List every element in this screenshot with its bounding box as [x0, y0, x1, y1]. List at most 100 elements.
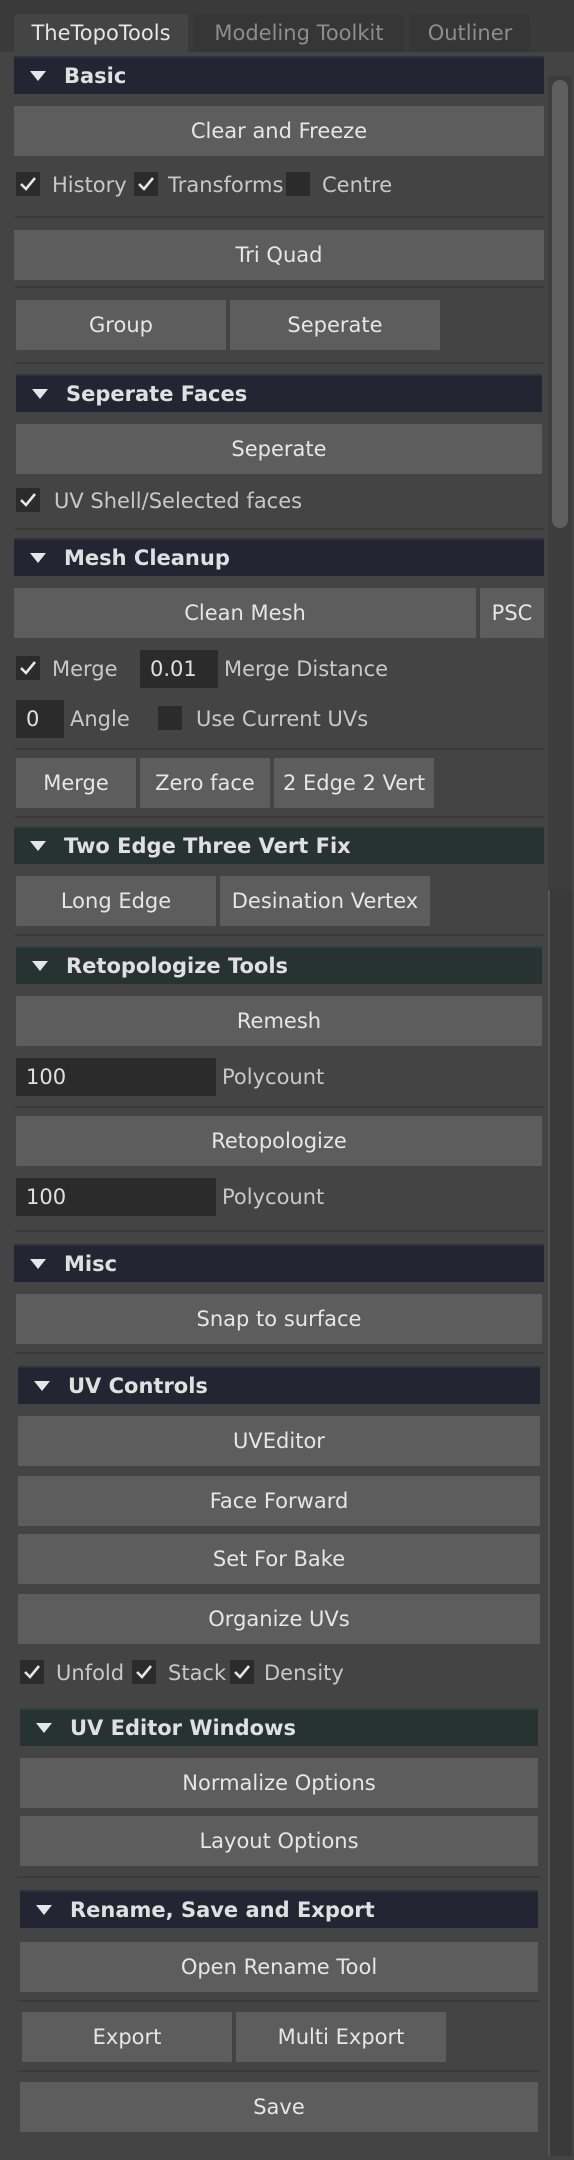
divider — [18, 1876, 540, 1878]
group-button[interactable]: Group — [16, 300, 226, 350]
tab-modeling-toolkit[interactable]: Modeling Toolkit — [194, 14, 404, 52]
checkmark-icon — [234, 1665, 251, 1679]
section-seperate-faces-header[interactable]: Seperate Faces — [16, 374, 542, 412]
collapse-triangle-icon — [36, 1905, 52, 1915]
multi-export-button[interactable]: Multi Export — [236, 2012, 446, 2062]
uveditor-button[interactable]: UVEditor — [18, 1416, 540, 1466]
uv-shell-checkbox[interactable] — [16, 488, 40, 512]
density-label: Density — [264, 1661, 344, 1685]
clean-mesh-button[interactable]: Clean Mesh — [14, 588, 476, 638]
unfold-checkbox[interactable] — [20, 1660, 44, 1684]
section-title: Basic — [64, 64, 127, 88]
remesh-polycount-label: Polycount — [222, 1065, 325, 1089]
transforms-checkbox[interactable] — [134, 172, 158, 196]
collapse-triangle-icon — [30, 553, 46, 563]
collapse-triangle-icon — [34, 1381, 50, 1391]
divider — [14, 216, 544, 218]
two-edge-two-vert-button[interactable]: 2 Edge 2 Vert — [274, 758, 434, 808]
remesh-polycount-input[interactable]: 100 — [16, 1058, 216, 1096]
history-label: History — [52, 173, 127, 197]
centre-checkbox[interactable] — [286, 172, 310, 196]
organize-uvs-button[interactable]: Organize UVs — [18, 1594, 540, 1644]
snap-to-surface-button[interactable]: Snap to surface — [16, 1294, 542, 1344]
collapse-triangle-icon — [32, 389, 48, 399]
tab-thetopotools[interactable]: TheTopoTools — [14, 14, 188, 52]
divider — [14, 934, 544, 936]
divider — [14, 528, 544, 530]
divider — [14, 362, 544, 364]
section-title: Two Edge Three Vert Fix — [64, 834, 351, 858]
merge-button[interactable]: Merge — [16, 758, 136, 808]
use-current-uvs-checkbox[interactable] — [158, 706, 182, 730]
seperate-faces-button[interactable]: Seperate — [16, 424, 542, 474]
section-mesh-cleanup-header[interactable]: Mesh Cleanup — [14, 538, 544, 576]
tab-bar: TheTopoTools Modeling Toolkit Outliner — [0, 0, 574, 52]
psc-button[interactable]: PSC — [480, 588, 544, 638]
open-rename-tool-button[interactable]: Open Rename Tool — [20, 1942, 538, 1992]
angle-label: Angle — [70, 707, 130, 731]
section-title: UV Editor Windows — [70, 1716, 296, 1740]
merge-distance-label: Merge Distance — [224, 657, 389, 681]
checkmark-icon — [20, 661, 37, 675]
scrollbar-thumb[interactable] — [552, 80, 568, 528]
use-current-uvs-label: Use Current UVs — [196, 707, 369, 731]
merge-label: Merge — [52, 657, 118, 681]
checkmark-icon — [24, 1665, 41, 1679]
retopo-polycount-label: Polycount — [222, 1185, 325, 1209]
set-for-bake-button[interactable]: Set For Bake — [18, 1534, 540, 1584]
checkmark-icon — [138, 177, 155, 191]
section-title: Rename, Save and Export — [70, 1898, 375, 1922]
section-two-edge-fix-header[interactable]: Two Edge Three Vert Fix — [14, 826, 544, 864]
retopo-polycount-input[interactable]: 100 — [16, 1178, 216, 1216]
unfold-label: Unfold — [56, 1661, 125, 1685]
section-basic-header[interactable]: Basic — [14, 56, 544, 94]
scrollbar-lower-track — [548, 890, 572, 2156]
remesh-button[interactable]: Remesh — [16, 996, 542, 1046]
collapse-triangle-icon — [30, 841, 46, 851]
divider — [18, 2070, 540, 2072]
retopologize-button[interactable]: Retopologize — [16, 1116, 542, 1166]
face-forward-button[interactable]: Face Forward — [18, 1476, 540, 1526]
stack-label: Stack — [168, 1661, 227, 1685]
uv-shell-label: UV Shell/Selected faces — [54, 489, 303, 513]
transforms-label: Transforms — [168, 173, 284, 197]
clear-and-freeze-button[interactable]: Clear and Freeze — [14, 106, 544, 156]
merge-distance-input[interactable]: 0.01 — [140, 650, 218, 688]
collapse-triangle-icon — [30, 1259, 46, 1269]
checkmark-icon — [136, 1665, 153, 1679]
zero-face-button[interactable]: Zero face — [140, 758, 270, 808]
merge-checkbox[interactable] — [16, 656, 40, 680]
layout-options-button[interactable]: Layout Options — [20, 1816, 538, 1866]
save-button[interactable]: Save — [20, 2082, 538, 2132]
section-title: Misc — [64, 1252, 118, 1276]
divider — [14, 1106, 544, 1108]
stack-checkbox[interactable] — [132, 1660, 156, 1684]
tri-quad-button[interactable]: Tri Quad — [14, 230, 544, 280]
topo-tools-panel: TheTopoTools Modeling Toolkit Outliner B… — [0, 0, 574, 2160]
checkmark-icon — [20, 493, 37, 507]
centre-label: Centre — [322, 173, 393, 197]
collapse-triangle-icon — [30, 71, 46, 81]
divider — [14, 816, 544, 818]
divider — [18, 2000, 540, 2002]
section-misc-header[interactable]: Misc — [14, 1244, 544, 1282]
normalize-options-button[interactable]: Normalize Options — [20, 1758, 538, 1808]
section-retopologize-header[interactable]: Retopologize Tools — [16, 946, 542, 984]
section-title: Retopologize Tools — [66, 954, 289, 978]
section-uv-editor-windows-header[interactable]: UV Editor Windows — [20, 1708, 538, 1746]
tab-outliner[interactable]: Outliner — [410, 14, 530, 52]
divider — [14, 1352, 544, 1354]
density-checkbox[interactable] — [230, 1660, 254, 1684]
export-button[interactable]: Export — [22, 2012, 232, 2062]
seperate-button[interactable]: Seperate — [230, 300, 440, 350]
divider — [14, 748, 544, 750]
destination-vertex-button[interactable]: Desination Vertex — [220, 876, 430, 926]
section-title: UV Controls — [68, 1374, 208, 1398]
section-title: Seperate Faces — [66, 382, 248, 406]
history-checkbox[interactable] — [16, 172, 40, 196]
section-title: Mesh Cleanup — [64, 546, 230, 570]
long-edge-button[interactable]: Long Edge — [16, 876, 216, 926]
angle-input[interactable]: 0 — [16, 700, 64, 738]
section-uv-controls-header[interactable]: UV Controls — [18, 1366, 540, 1404]
section-rename-save-export-header[interactable]: Rename, Save and Export — [20, 1890, 538, 1928]
